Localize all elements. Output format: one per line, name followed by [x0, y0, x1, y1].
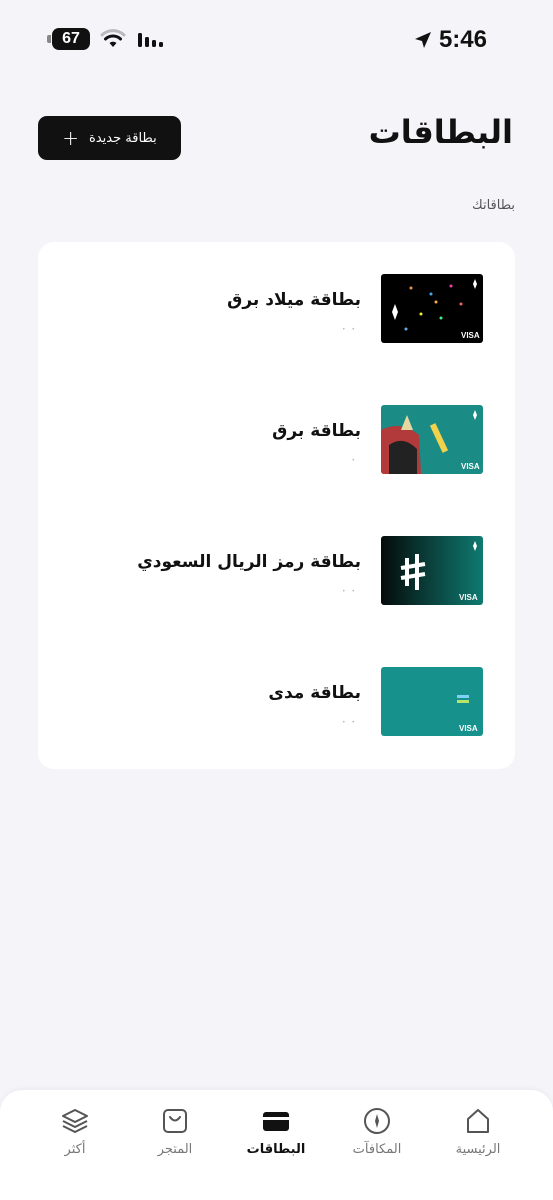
nav-item-cards[interactable]: البطاقات: [226, 1106, 326, 1166]
nav-item-store[interactable]: المتجر: [125, 1106, 225, 1166]
card-number: • •: [342, 588, 357, 595]
battery-icon: 67: [47, 28, 90, 50]
home-icon: [467, 1109, 489, 1133]
section-label: بطاقاتك: [472, 198, 515, 213]
visa-logo: VISA: [459, 593, 478, 602]
nav-label: الرئيسية: [455, 1142, 501, 1157]
card-thumbnail: VISA: [381, 405, 483, 474]
card-icon: [263, 1112, 289, 1131]
card-row[interactable]: VISA بطاقة برق •: [38, 395, 515, 491]
status-icons: 67: [47, 28, 166, 50]
nav-label: المكافآت: [352, 1142, 402, 1157]
nav-item-home[interactable]: الرئيسية: [428, 1106, 528, 1166]
location-arrow-icon: [414, 32, 431, 48]
card-name: بطاقة برق: [272, 421, 361, 441]
card-thumbnail: VISA: [381, 274, 483, 343]
clock: 5:46: [438, 26, 487, 53]
card-thumbnail: VISA: [381, 536, 483, 605]
card-number: • •: [342, 719, 357, 726]
card-name: بطاقة رمز الريال السعودي: [137, 552, 361, 572]
card-row[interactable]: VISA بطاقة رمز الريال السعودي • •: [38, 526, 515, 622]
page-title: البطاقات: [368, 113, 513, 151]
card-number: • •: [342, 326, 357, 333]
status-bar: 67 5:46: [0, 0, 553, 80]
nav-label: المتجر: [157, 1142, 193, 1157]
signal-icon: [138, 33, 163, 47]
wifi-icon: [100, 29, 126, 47]
shopping-bag-icon: [163, 1109, 187, 1133]
card-row[interactable]: VISA بطاقة ميلاد برق • •: [38, 264, 515, 360]
nav-label: البطاقات: [246, 1142, 306, 1157]
visa-logo: VISA: [461, 331, 480, 340]
visa-logo: VISA: [459, 724, 478, 733]
new-card-label: بطاقة جديدة: [89, 130, 157, 146]
nav-label: أكثر: [64, 1142, 86, 1157]
nav-item-rewards[interactable]: المكافآت: [327, 1106, 427, 1166]
card-name: بطاقة ميلاد برق: [227, 290, 361, 310]
bottom-nav: الرئيسية المكافآت البطاقات المتجر أكثر: [0, 1090, 553, 1200]
card-number: •: [351, 457, 357, 464]
card-row[interactable]: VISA بطاقة مدى • •: [38, 657, 515, 753]
layers-icon: [62, 1109, 88, 1133]
card-name: بطاقة مدى: [268, 683, 361, 703]
visa-logo: VISA: [461, 462, 480, 471]
status-time: 5:46: [413, 26, 487, 54]
new-card-button[interactable]: بطاقة جديدة +: [38, 116, 181, 160]
nav-item-more[interactable]: أكثر: [25, 1106, 125, 1166]
battery-level: 67: [62, 30, 80, 47]
card-thumbnail: VISA: [381, 667, 483, 736]
rewards-icon: [364, 1108, 390, 1134]
plus-icon: +: [62, 126, 80, 150]
cards-list: VISA بطاقة ميلاد برق • • VISA بطاقة برق …: [38, 242, 515, 769]
